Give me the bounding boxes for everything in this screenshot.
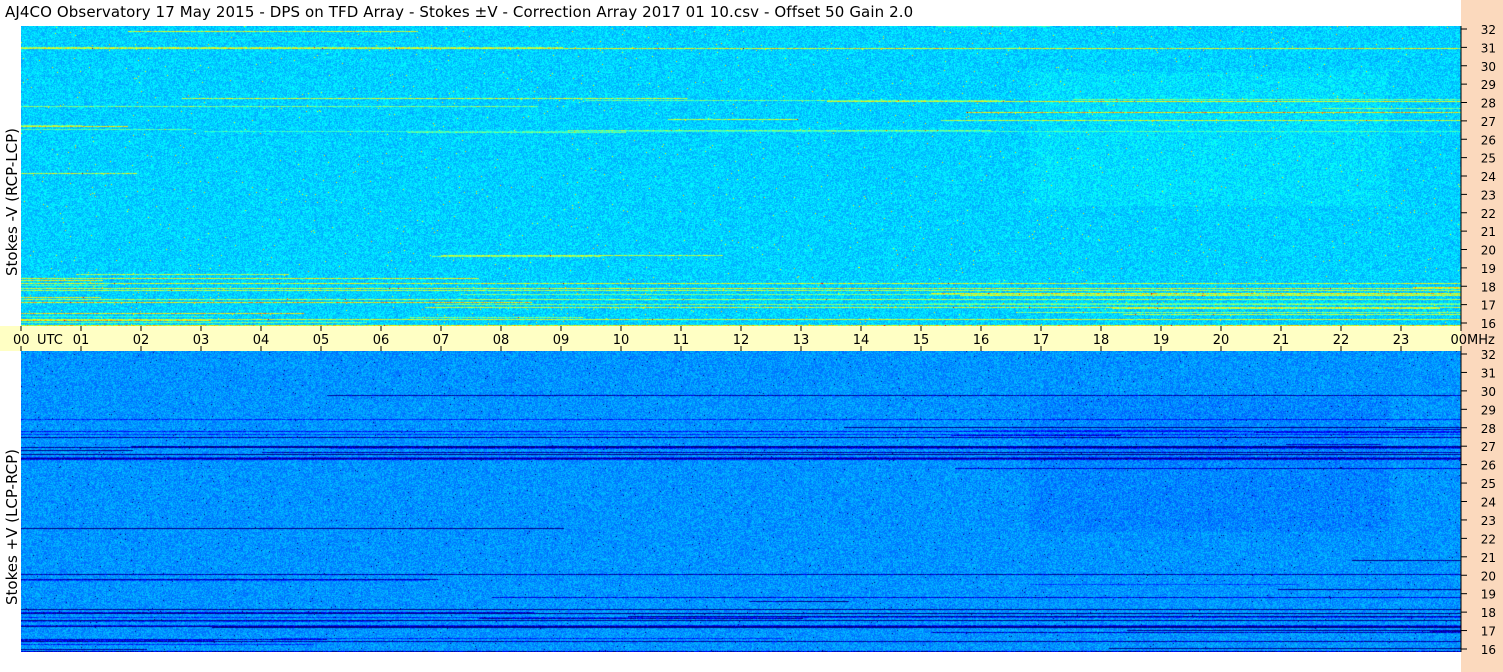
time-tick-label: 22	[1333, 333, 1350, 348]
time-tick-label: 11	[673, 333, 690, 348]
top-freq-tick-label: 28	[1481, 97, 1496, 111]
spectrogram-figure: AJ4CO Observatory 17 May 2015 - DPS on T…	[0, 0, 1503, 672]
time-tick-label: 00	[1450, 333, 1467, 348]
time-tick-label: 21	[1273, 333, 1290, 348]
top-freq-tick-label: 24	[1481, 170, 1496, 184]
time-tick-label: 08	[493, 333, 510, 348]
bottom-freq-tick-label: 31	[1481, 366, 1496, 380]
time-tick-label: 10	[613, 333, 630, 348]
time-tick-label: 03	[193, 333, 210, 348]
bottom-freq-tick-label: 22	[1481, 532, 1496, 546]
bottom-freq-tick-label: 16	[1481, 643, 1496, 657]
top-freq-tick-label: 18	[1481, 280, 1496, 294]
top-freq-tick-label: 21	[1481, 225, 1496, 239]
time-tick-label: 04	[253, 333, 270, 348]
top-freq-tick-label: 26	[1481, 133, 1496, 147]
top-freq-tick-label: 31	[1481, 41, 1496, 55]
time-tick-label: 01	[73, 333, 90, 348]
bottom-freq-tick-label: 19	[1481, 588, 1496, 602]
top-freq-tick-label: 16	[1481, 317, 1496, 331]
time-tick-label: 07	[433, 333, 450, 348]
top-freq-tick-label: 30	[1481, 60, 1496, 74]
time-tick-label: 14	[853, 333, 870, 348]
time-tick-label: 20	[1213, 333, 1230, 348]
time-tick-label: 13	[793, 333, 810, 348]
time-tick-label: 23	[1393, 333, 1410, 348]
top-freq-tick-label: 29	[1481, 78, 1496, 92]
time-tick-label: 19	[1153, 333, 1170, 348]
top-freq-tick-label: 20	[1481, 244, 1496, 258]
time-tick-label: 00	[13, 333, 30, 348]
time-tick-label: 16	[973, 333, 990, 348]
top-freq-tick-label: 23	[1481, 188, 1496, 202]
time-tick-label: 06	[373, 333, 390, 348]
top-freq-tick-label: 25	[1481, 152, 1496, 166]
time-tick-label: 09	[553, 333, 570, 348]
bottom-freq-tick-label: 29	[1481, 403, 1496, 417]
time-tick-label: 17	[1033, 333, 1050, 348]
top-freq-tick-label: 22	[1481, 207, 1496, 221]
axes-overlay: 32 31 30 29 28 27 26 25 24 23 22 21 20 19 18 17 16 32 31 30…	[13, 23, 1496, 657]
bottom-freq-tick-label: 23	[1481, 514, 1496, 528]
bottom-freq-tick-label: 20	[1481, 569, 1496, 583]
bottom-freq-tick-label: 17	[1481, 625, 1496, 639]
top-freq-tick-label: 32	[1481, 23, 1496, 37]
bottom-freq-tick-label: 32	[1481, 348, 1496, 362]
utc-label: UTC	[37, 333, 63, 348]
bottom-freq-tick-label: 25	[1481, 477, 1496, 491]
bottom-freq-tick-label: 21	[1481, 551, 1496, 565]
time-tick-label: 18	[1093, 333, 1110, 348]
time-tick-label: 15	[913, 333, 930, 348]
bottom-freq-tick-label: 18	[1481, 606, 1496, 620]
top-freq-tick-label: 19	[1481, 262, 1496, 276]
bottom-freq-tick-label: 26	[1481, 459, 1496, 473]
time-tick-label: 12	[733, 333, 750, 348]
mhz-label: MHz	[1467, 333, 1495, 348]
bottom-freq-tick-label: 30	[1481, 385, 1496, 399]
top-freq-tick-label: 17	[1481, 299, 1496, 313]
top-freq-tick-label: 27	[1481, 115, 1496, 129]
bottom-freq-tick-label: 27	[1481, 440, 1496, 454]
time-tick-label: 02	[133, 333, 150, 348]
bottom-freq-tick-label: 28	[1481, 422, 1496, 436]
bottom-freq-tick-label: 24	[1481, 496, 1496, 510]
time-tick-label: 05	[313, 333, 330, 348]
